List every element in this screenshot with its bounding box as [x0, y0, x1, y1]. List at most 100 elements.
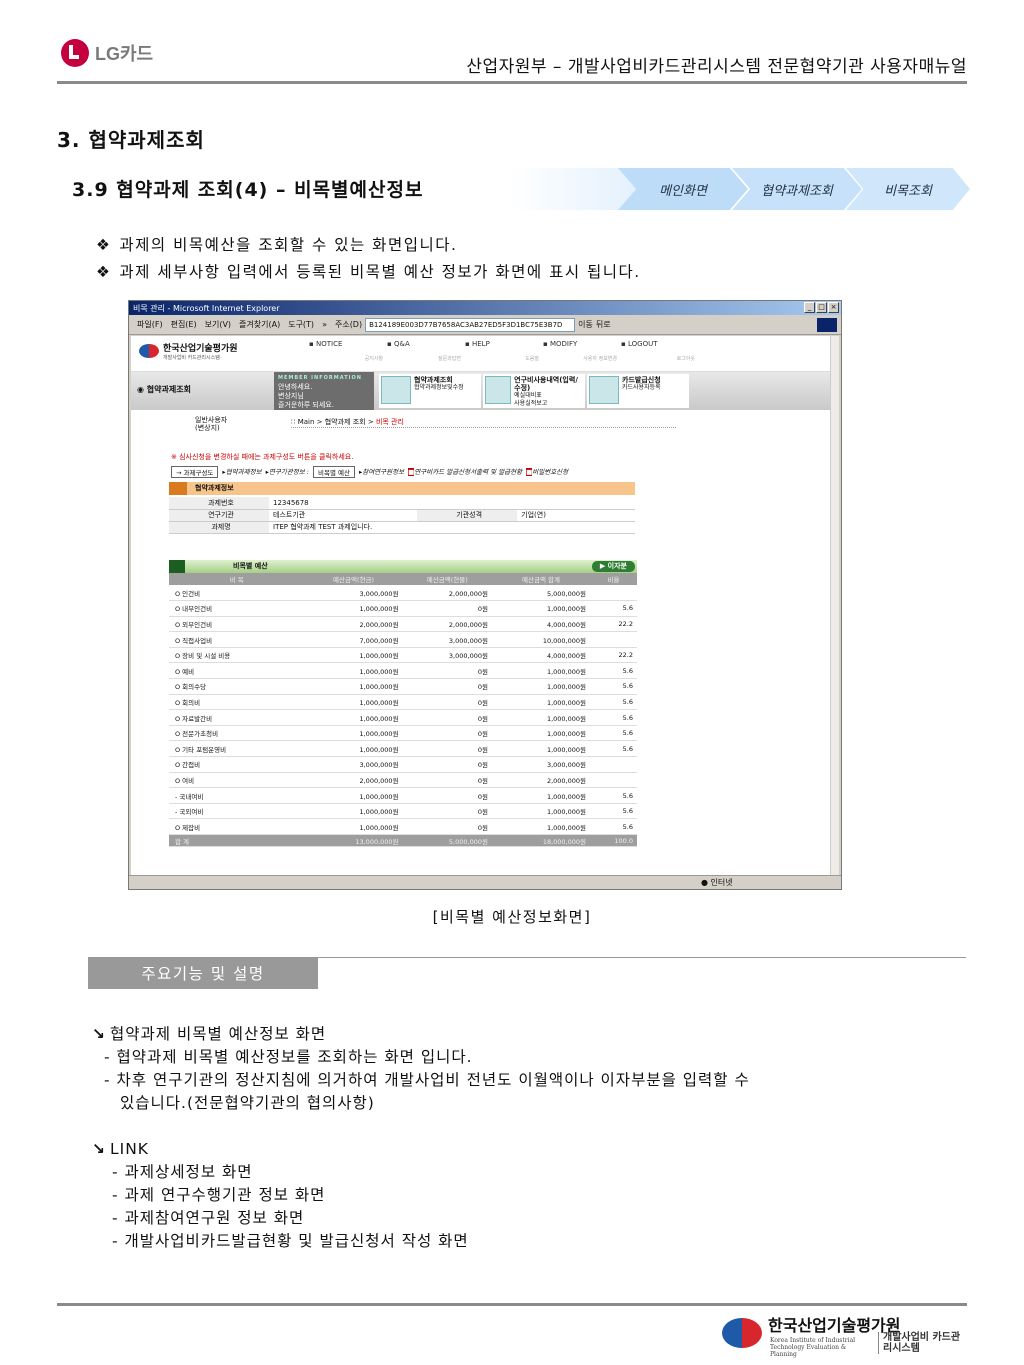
budget-heading: 비목별 예산 ▶ 이자분	[169, 560, 637, 573]
page-viewport: 한국산업기술평가원 개발사업비 카드관리시스템 ▪ NOTICE 공지사항 ▪ Q…	[131, 336, 831, 875]
function-tab: 주요기능 및 설명	[88, 957, 318, 989]
tab-card-issue[interactable]: ■연구비카드 발급신청서출력 및 발급현황	[408, 466, 522, 478]
budget-cell-kind: 3,000,000원	[402, 647, 492, 664]
manual-title: 산업자원부 – 개발사업비카드관리시스템 전문협약기관 사용자매뉴얼	[466, 57, 967, 77]
budget-cell-name: O 전문가초청비	[169, 725, 305, 742]
menu-favorites[interactable]: 즐겨찾기(A)	[239, 319, 280, 330]
diamond-bullet-icon: ❖	[96, 263, 112, 281]
tab-org-info[interactable]: ▸연구기관정보 :	[266, 466, 309, 478]
back-button[interactable]: 뒤로	[596, 319, 611, 330]
budget-cell-kind: 0원	[402, 740, 492, 758]
footer-logo: 한국산업기술평가원 Korea Institute of Industrial …	[720, 1312, 965, 1358]
address-bar: 주소(D) B124189E003D77B7658AC3AB27ED5F3D1B…	[334, 317, 611, 332]
budget-cell-name: O 회의비	[169, 694, 305, 711]
budget-cell-kind: 0원	[402, 725, 492, 742]
minimize-icon[interactable]: _	[804, 302, 815, 313]
lg-logo-text: LG카드	[95, 44, 154, 64]
budget-cell-cash: 1,000,000원	[304, 600, 403, 617]
tab-password[interactable]: ■비밀번호신청	[526, 466, 568, 478]
interest-button[interactable]: ▶ 이자분	[591, 561, 635, 572]
internet-zone: ● 인터넷	[701, 878, 733, 887]
budget-cell-total: 2,000,000원	[491, 772, 591, 789]
table-row: O 자료발간비 1,000,000원 0원 1,000,000원 5.6	[169, 709, 637, 726]
address-label: 주소(D)	[334, 320, 363, 329]
quick-card-request[interactable]: 카드발급신청 카드사용자등록	[587, 374, 689, 408]
computer-icon	[485, 376, 512, 404]
budget-cell-ratio	[590, 772, 637, 789]
budget-cell-cash: 7,000,000원	[304, 631, 403, 648]
go-button[interactable]: 이동	[578, 319, 593, 330]
budget-cell-kind: 0원	[402, 678, 492, 695]
link-item: - 과제참여연구원 정보 화면	[112, 1209, 305, 1227]
budget-cell-ratio	[590, 585, 637, 602]
budget-cell-name: O 인건비	[169, 585, 305, 602]
structure-button[interactable]: → 과제구성도	[171, 466, 219, 478]
budget-cell-total: 1,000,000원	[491, 662, 591, 680]
desc-heading: ↘ 협약과제 비목별 예산정보 화면	[92, 1025, 327, 1043]
document-icon	[381, 376, 411, 404]
budget-cell-name: O 여비	[169, 772, 305, 789]
breadcrumb-item-main: 메인화면	[618, 168, 748, 210]
budget-cell-total: 3,000,000원	[491, 756, 591, 773]
footer-org-sub: Korea Institute of Industrial Technology…	[770, 1337, 856, 1358]
budget-cell-cash: 1,000,000원	[304, 818, 403, 835]
menu-file[interactable]: 파일(F)	[137, 319, 163, 330]
budget-cell-total: 1,000,000원	[491, 818, 591, 835]
budget-cell-cash: 3,000,000원	[304, 585, 403, 602]
footer-divider	[57, 1303, 967, 1306]
maximize-icon[interactable]: □	[816, 302, 827, 313]
address-input[interactable]: B124189E003D77B7658AC3AB27ED5F3D1BC75E3B…	[365, 317, 576, 332]
budget-cell-ratio: 22.2	[590, 616, 637, 633]
budget-cell-ratio: 5.6	[590, 725, 637, 742]
quick-expense-entry[interactable]: 연구비사용내역(입력/수정) 예실대비표 사용실적보고	[483, 374, 585, 408]
window-controls: _ □ ×	[804, 302, 839, 313]
tab-budget[interactable]: 비목별 예산	[312, 466, 355, 478]
close-icon[interactable]: ×	[828, 302, 839, 313]
budget-cell-cash: 1,000,000원	[304, 694, 403, 711]
project-info-heading: 협약과제정보	[169, 482, 635, 495]
budget-cell-kind: 0원	[402, 787, 492, 804]
nav-qna[interactable]: ▪ Q&A 질문과답변	[387, 340, 465, 362]
menu-tools[interactable]: 도구(T)	[288, 319, 314, 330]
budget-cell-total: 5,000,000원	[491, 585, 591, 602]
budget-cell-cash: 1,000,000원	[304, 787, 403, 804]
budget-cell-ratio: 5.6	[590, 694, 637, 711]
menu-more[interactable]: »	[322, 320, 327, 329]
budget-cell-name: - 국내여비	[169, 787, 305, 804]
budget-cell-name: O 회의수당	[169, 678, 305, 695]
intro-bullets: ❖ 과제의 비목예산을 조회할 수 있는 화면입니다. ❖ 과제 세부사항 입력…	[96, 232, 641, 286]
budget-cell-ratio: 5.6	[590, 709, 637, 726]
nav-notice[interactable]: ▪ NOTICE 공지사항	[309, 340, 387, 362]
budget-cell-cash: 2,000,000원	[304, 772, 403, 789]
arrow-icon: ↘	[92, 1140, 106, 1158]
bullet-item: ❖ 과제의 비목예산을 조회할 수 있는 화면입니다.	[96, 232, 641, 259]
budget-cell-total: 18,000,000원	[491, 834, 591, 847]
quick-project-lookup[interactable]: 협약과제조회 협약과제정보및수정	[379, 374, 481, 408]
subsection-title: 3.9 협약과제 조회(4) – 비목별예산정보	[72, 179, 424, 201]
budget-cell-ratio: 5.6	[590, 600, 637, 617]
nav-logout[interactable]: ▪ LOGOUT 로그아웃	[621, 340, 699, 362]
tab-researchers[interactable]: ▸참여연구원정보	[359, 466, 404, 478]
budget-cell-kind: 0원	[402, 818, 492, 835]
budget-cell-total: 4,000,000원	[491, 647, 591, 664]
footer-system-name: 개발사업비 카드관리시스템	[878, 1332, 962, 1354]
site-header: 한국산업기술평가원 개발사업비 카드관리시스템 ▪ NOTICE 공지사항 ▪ Q…	[131, 336, 831, 372]
tab-project-info[interactable]: ▸협약과제정보	[222, 466, 261, 478]
menu-view[interactable]: 보기(V)	[205, 319, 231, 330]
browser-menubar: 파일(F) 편집(E) 보기(V) 즐겨찾기(A) 도구(T) » 주소(D) …	[129, 315, 841, 335]
page-header: LG카드 산업자원부 – 개발사업비카드관리시스템 전문협약기관 사용자매뉴얼	[57, 36, 967, 84]
browser-window-screenshot: 비목 관리 - Microsoft Internet Explorer _ □ …	[128, 300, 842, 890]
table-row: O 제잡비 1,000,000원 0원 1,000,000원 5.6	[169, 818, 637, 835]
budget-cell-cash: 1,000,000원	[304, 803, 403, 820]
menu-edit[interactable]: 편집(E)	[171, 319, 197, 330]
status-bar: ● 인터넷	[129, 875, 841, 889]
nav-help[interactable]: ▪ HELP 도움말	[465, 340, 543, 362]
breadcrumb-item-budget: 비목조회	[846, 168, 970, 210]
window-title: 비목 관리 - Microsoft Internet Explorer	[133, 303, 280, 313]
link-item: - 과제 연구수행기관 정보 화면	[112, 1186, 326, 1204]
vertical-scrollbar[interactable]	[830, 336, 839, 875]
table-row: O 전문가초청비 1,000,000원 0원 1,000,000원 5.6	[169, 725, 637, 742]
nav-modify[interactable]: ▪ MODIFY 사용자 정보변경	[543, 340, 621, 362]
table-row: O 간접비 3,000,000원 0원 3,000,000원	[169, 756, 637, 773]
budget-cell-total: 1,000,000원	[491, 740, 591, 758]
